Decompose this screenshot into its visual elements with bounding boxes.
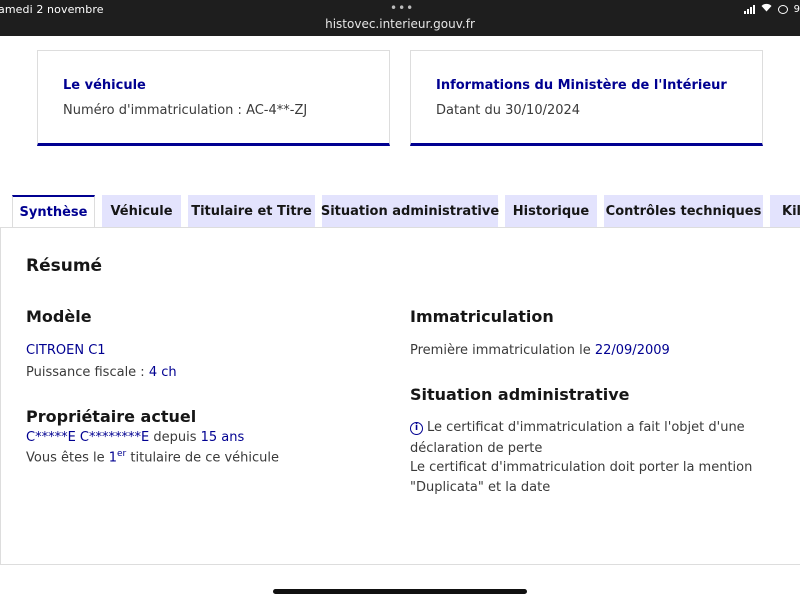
tab-historique[interactable]: Historique	[505, 195, 597, 227]
battery-icon	[777, 4, 788, 14]
owner-rank: Vous êtes le 1er titulaire de ce véhicul…	[26, 449, 279, 465]
owner-line: C*****E C********E depuis 15 ans	[26, 430, 244, 445]
signal-icon	[743, 4, 755, 14]
tab-titulaire-titre[interactable]: Titulaire et Titre	[188, 195, 315, 227]
summary-title: Résumé	[26, 256, 103, 276]
owner-rank-prefix: Vous êtes le	[26, 450, 109, 466]
owner-rank-suffix: titulaire de ce véhicule	[126, 450, 280, 466]
ministry-date: Datant du 30/10/2024	[436, 103, 581, 118]
fiscal-power: Puissance fiscale : 4 ch	[26, 365, 177, 380]
vehicle-card: Le véhicule Numéro d'immatriculation : A…	[37, 50, 390, 146]
admin-line-3: Le certificat d'immatriculation doit por…	[410, 460, 753, 475]
tab-controles-techniques[interactable]: Contrôles techniques	[604, 195, 763, 227]
owner-since-label: depuis	[149, 430, 201, 445]
ministry-card: Informations du Ministère de l'Intérieur…	[410, 50, 763, 146]
ministry-card-title: Informations du Ministère de l'Intérieur	[436, 78, 727, 93]
tab-bar: Synthèse Véhicule Titulaire et Titre Sit…	[0, 195, 800, 227]
owner-name: C*****E C********E	[26, 430, 150, 445]
wifi-icon	[761, 3, 772, 15]
home-indicator[interactable]	[273, 589, 527, 594]
owner-since-value: 15 ans	[200, 430, 245, 445]
owner-heading: Propriétaire actuel	[26, 407, 197, 426]
summary-panel: Résumé Modèle CITROEN C1 Puissance fisca…	[0, 227, 800, 565]
admin-line-4: "Duplicata" et la date	[410, 480, 551, 495]
status-date: amedi 2 novembre	[0, 3, 104, 16]
first-registration: Première immatriculation le 22/09/2009	[410, 343, 670, 358]
admin-heading: Situation administrative	[410, 385, 630, 404]
admin-line-1-text: Le certificat d'immatriculation a fait l…	[427, 420, 745, 435]
tab-kilometrage[interactable]: Kilo	[770, 195, 800, 227]
battery-text: 9	[793, 3, 800, 15]
address-bar-url[interactable]: histovec.interieur.gouv.fr	[0, 17, 800, 31]
tab-vehicule[interactable]: Véhicule	[102, 195, 181, 227]
model-name: CITROEN C1	[26, 343, 106, 358]
vehicle-card-title: Le véhicule	[63, 78, 146, 93]
tab-synthese[interactable]: Synthèse	[12, 195, 95, 227]
first-registration-date: 22/09/2009	[594, 343, 670, 358]
owner-rank-num: 1	[108, 450, 118, 466]
admin-line-1: i Le certificat d'immatriculation a fait …	[410, 420, 745, 435]
admin-line-2: déclaration de perte	[410, 441, 543, 456]
fiscal-power-value: 4 ch	[148, 365, 177, 380]
owner-rank-sup: er	[117, 449, 127, 459]
status-icons: 9	[743, 3, 800, 15]
status-bar: amedi 2 novembre ••• histovec.interieur.…	[0, 0, 800, 36]
more-dots-icon[interactable]: •••	[390, 1, 414, 15]
registration-number: Numéro d'immatriculation : AC-4**-ZJ	[63, 103, 308, 118]
model-heading: Modèle	[26, 307, 92, 326]
first-registration-label: Première immatriculation le	[410, 343, 595, 358]
fiscal-power-label: Puissance fiscale :	[26, 365, 149, 380]
info-icon: i	[410, 422, 423, 435]
registration-heading: Immatriculation	[410, 307, 554, 326]
tab-situation-administrative[interactable]: Situation administrative	[321, 195, 499, 227]
